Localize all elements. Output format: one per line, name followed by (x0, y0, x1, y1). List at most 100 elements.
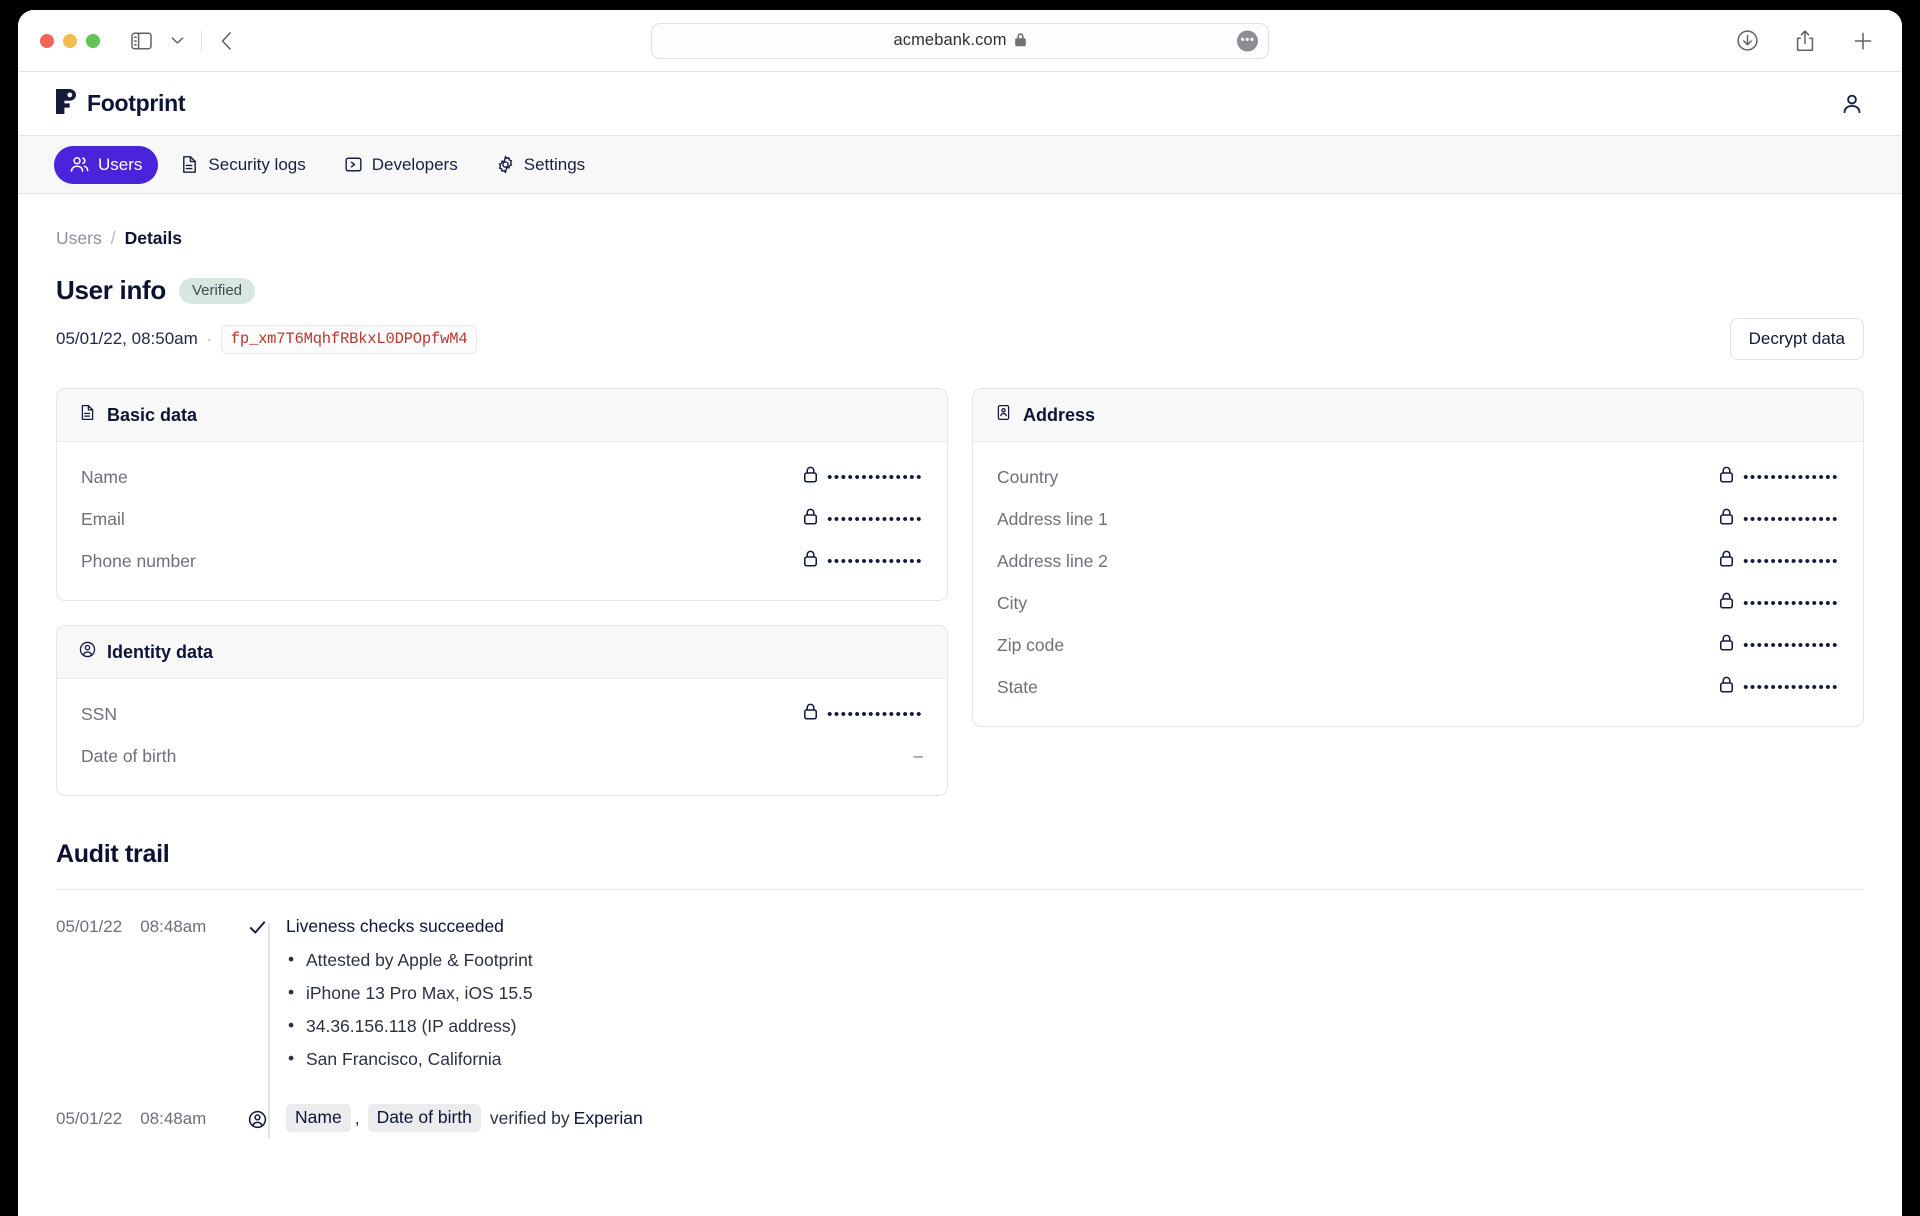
field-row-ssn: SSN •••••••••••••• (81, 693, 923, 735)
page-title: User info (56, 275, 166, 305)
card-identity-data-body: SSN •••••••••••••• Date of birth – (57, 679, 947, 795)
empty-value: – (913, 746, 923, 765)
audit-entry-liveness: 05/01/22 08:48am Liveness checks succeed… (56, 916, 1864, 1082)
field-label: Name (81, 466, 128, 487)
card-identity-data-title: Identity data (107, 641, 214, 662)
checkmark-icon (248, 916, 286, 1082)
data-attribute-chip: Date of birth (367, 1104, 481, 1132)
tab-users[interactable]: Users (54, 145, 159, 184)
maximize-window-button[interactable] (86, 33, 100, 48)
right-card-column: Address Country •••••••••••••• Address l… (972, 388, 1864, 727)
field-row-country: Country •••••••••••••• (997, 456, 1839, 498)
document-icon (79, 404, 96, 426)
audit-entry-time: 08:48am (140, 1108, 207, 1128)
data-cards-grid: Basic data Name •••••••••••••• Email •••… (56, 388, 1864, 796)
breadcrumb-separator: / (110, 228, 116, 248)
tab-settings[interactable]: Settings (480, 146, 601, 184)
masked-value: •••••••••••••• (1743, 468, 1839, 486)
document-icon (180, 155, 199, 174)
field-value[interactable]: •••••••••••••• (1719, 550, 1839, 572)
share-icon[interactable] (1788, 24, 1822, 58)
list-item: 34.36.156.118 (IP address) (286, 1015, 1864, 1037)
lock-icon (803, 466, 818, 488)
audit-entry-date: 05/01/22 (56, 917, 123, 936)
field-row-name: Name •••••••••••••• (81, 456, 923, 498)
card-identity-data: Identity data SSN •••••••••••••• Date of… (56, 625, 948, 796)
browser-nav-controls (124, 24, 243, 58)
toolbar-divider (201, 30, 202, 51)
user-circle-icon (248, 1108, 286, 1129)
field-value[interactable]: •••••••••••••• (803, 466, 923, 488)
field-label: Email (81, 508, 125, 529)
field-value[interactable]: •••••••••••••• (1719, 466, 1839, 488)
card-basic-data: Basic data Name •••••••••••••• Email •••… (56, 388, 948, 601)
status-badge: Verified (178, 277, 256, 304)
tab-developers[interactable]: Developers (328, 146, 474, 184)
field-row-address-line-2: Address line 2 •••••••••••••• (997, 540, 1839, 582)
field-value[interactable]: •••••••••••••• (803, 508, 923, 530)
url-text: acmebank.com (893, 31, 1007, 49)
tab-security-logs[interactable]: Security logs (164, 146, 321, 184)
field-row-phone-number: Phone number •••••••••••••• (81, 540, 923, 582)
tab-settings-label: Settings (523, 154, 586, 174)
masked-value: •••••••••••••• (827, 468, 923, 486)
field-value[interactable]: •••••••••••••• (1719, 592, 1839, 614)
lock-icon (1719, 592, 1734, 614)
browser-window: acmebank.com ••• Footprint Users Securit… (18, 10, 1902, 1216)
card-identity-data-header: Identity data (57, 626, 947, 679)
audit-entry-body: Liveness checks succeeded Attested by Ap… (286, 916, 1864, 1082)
back-arrow-icon[interactable] (209, 24, 243, 58)
masked-value: •••••••••••••• (1743, 552, 1839, 570)
user-meta-row: 05/01/22, 08:50am · fp_xm7T6MqhfRBkxL0DP… (56, 318, 1864, 360)
lock-icon (803, 703, 818, 725)
card-address-body: Country •••••••••••••• Address line 1 ••… (973, 442, 1863, 726)
download-icon[interactable] (1730, 24, 1764, 58)
field-row-address-line-1: Address line 1 •••••••••••••• (997, 498, 1839, 540)
breadcrumb-current: Details (124, 228, 182, 248)
card-basic-data-body: Name •••••••••••••• Email ••••••••••••••… (57, 442, 947, 600)
lock-icon (1719, 550, 1734, 572)
gear-icon (496, 155, 515, 174)
card-basic-data-header: Basic data (57, 389, 947, 442)
field-row-zip-code: Zip code •••••••••••••• (997, 624, 1839, 666)
brand-name: Footprint (87, 90, 186, 116)
lock-icon (803, 550, 818, 572)
meta-separator: · (206, 330, 212, 348)
masked-value: •••••••••••••• (1743, 594, 1839, 612)
card-address-header: Address (973, 389, 1863, 442)
field-row-state: State •••••••••••••• (997, 666, 1839, 708)
brand-logo[interactable]: Footprint (56, 88, 186, 119)
window-controls[interactable] (40, 33, 100, 48)
user-account-icon[interactable] (1840, 92, 1864, 116)
users-icon (70, 155, 89, 174)
browser-toolbar-right (1730, 24, 1880, 58)
breadcrumb-users-link[interactable]: Users (56, 228, 102, 249)
list-item: iPhone 13 Pro Max, iOS 15.5 (286, 982, 1864, 1004)
lock-icon (803, 508, 818, 530)
desktop-background: acmebank.com ••• Footprint Users Securit… (0, 0, 1920, 1216)
plus-icon[interactable] (1846, 24, 1880, 58)
chevron-down-icon[interactable] (160, 24, 194, 58)
footprint-token[interactable]: fp_xm7T6MqhfRBkxL0DPOpfwM4 (220, 324, 478, 354)
audit-entry-timestamp: 05/01/22 08:48am (56, 1108, 248, 1129)
field-value[interactable]: •••••••••••••• (1719, 676, 1839, 698)
address-bar[interactable]: acmebank.com ••• (651, 22, 1269, 59)
field-value[interactable]: •••••••••••••• (803, 703, 923, 725)
close-window-button[interactable] (40, 33, 54, 48)
field-value: – (914, 746, 923, 766)
decrypt-data-button[interactable]: Decrypt data (1729, 318, 1864, 360)
minimize-window-button[interactable] (63, 33, 77, 48)
lock-icon (1014, 32, 1027, 50)
masked-value: •••••••••••••• (1743, 636, 1839, 654)
user-info-heading: User info Verified (56, 275, 1864, 306)
audit-entry-chips: Name , Date of birth verified by Experia… (286, 1104, 1864, 1132)
more-options-icon[interactable]: ••• (1237, 30, 1258, 51)
field-value[interactable]: •••••••••••••• (803, 550, 923, 572)
sidebar-toggle-icon[interactable] (124, 24, 158, 58)
field-label: Country (997, 466, 1059, 487)
field-value[interactable]: •••••••••••••• (1719, 634, 1839, 656)
field-label: Address line 1 (997, 508, 1108, 529)
user-circle-icon (79, 641, 96, 663)
field-value[interactable]: •••••••••••••• (1719, 508, 1839, 530)
list-item: San Francisco, California (286, 1048, 1864, 1070)
